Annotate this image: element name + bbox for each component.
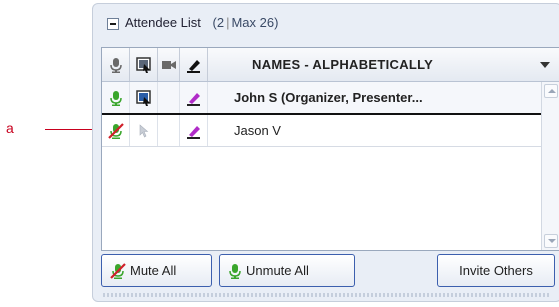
names-sort-label: NAMES - ALPHABETICALLY: [252, 57, 434, 72]
sort-dropdown-icon[interactable]: [540, 62, 550, 68]
invite-others-button[interactable]: Invite Others: [437, 254, 555, 287]
screen-status-cell: [130, 82, 158, 113]
mic-status-cell[interactable]: [102, 82, 130, 113]
panel-resize-grip[interactable]: [103, 293, 551, 297]
microphone-unmuted-icon: [109, 90, 122, 106]
scroll-down-button[interactable]: [544, 234, 558, 248]
screen-icon: [135, 56, 151, 73]
screen-column-header[interactable]: [130, 48, 158, 81]
microphone-muted-icon: [107, 122, 124, 139]
mute-all-button[interactable]: Mute All: [101, 254, 212, 287]
attendee-count: (2 | Max 26): [212, 15, 279, 30]
scroll-up-button[interactable]: [544, 84, 558, 98]
webcam-status-cell: [158, 115, 180, 146]
unmute-all-label: Unmute All: [246, 263, 309, 278]
panel-title: Attendee List: [125, 15, 201, 30]
webcam-icon: [161, 60, 176, 69]
callout-label: a: [6, 120, 14, 136]
invite-others-label: Invite Others: [459, 263, 533, 278]
attendee-list: NAMES - ALPHABETICALLY John S (Organizer…: [101, 47, 559, 251]
annotation-status-cell[interactable]: [180, 115, 208, 146]
panel-header: Attendee List (2 | Max 26): [93, 4, 559, 40]
webcam-status-cell: [158, 82, 180, 113]
attendee-row-organizer[interactable]: John S (Organizer, Presenter...: [102, 82, 559, 115]
panel-title-group: Attendee List (2 | Max 26): [125, 15, 278, 30]
attendee-row[interactable]: Jason V: [102, 115, 559, 147]
vertical-scrollbar[interactable]: [541, 82, 559, 250]
mute-all-label: Mute All: [130, 263, 177, 278]
collapse-panel-button[interactable]: [107, 18, 119, 30]
annotation-column-header[interactable]: [180, 48, 208, 81]
mic-status-cell[interactable]: [102, 115, 130, 146]
annotation-pen-icon: [186, 125, 200, 139]
microphone-icon: [109, 57, 122, 73]
webcam-column-header[interactable]: [158, 48, 180, 81]
annotation-pen-icon: [186, 59, 200, 73]
attendee-list-panel: Attendee List (2 | Max 26) NAMES - ALPHA…: [92, 3, 559, 302]
presenter-screen-icon: [135, 89, 151, 106]
attendee-name: Jason V: [234, 123, 281, 138]
pointer-status-cell: [130, 115, 158, 146]
column-header-row: NAMES - ALPHABETICALLY: [102, 48, 559, 82]
annotation-status-cell[interactable]: [180, 82, 208, 113]
microphone-muted-icon: [110, 262, 126, 279]
attendee-name: John S (Organizer, Presenter...: [234, 90, 423, 105]
annotation-pen-icon: [186, 92, 200, 106]
unmute-all-button[interactable]: Unmute All: [219, 254, 355, 287]
names-column-header[interactable]: NAMES - ALPHABETICALLY: [208, 48, 559, 81]
microphone-icon: [229, 263, 241, 279]
mic-column-header[interactable]: [102, 48, 130, 81]
pointer-icon: [139, 123, 148, 137]
